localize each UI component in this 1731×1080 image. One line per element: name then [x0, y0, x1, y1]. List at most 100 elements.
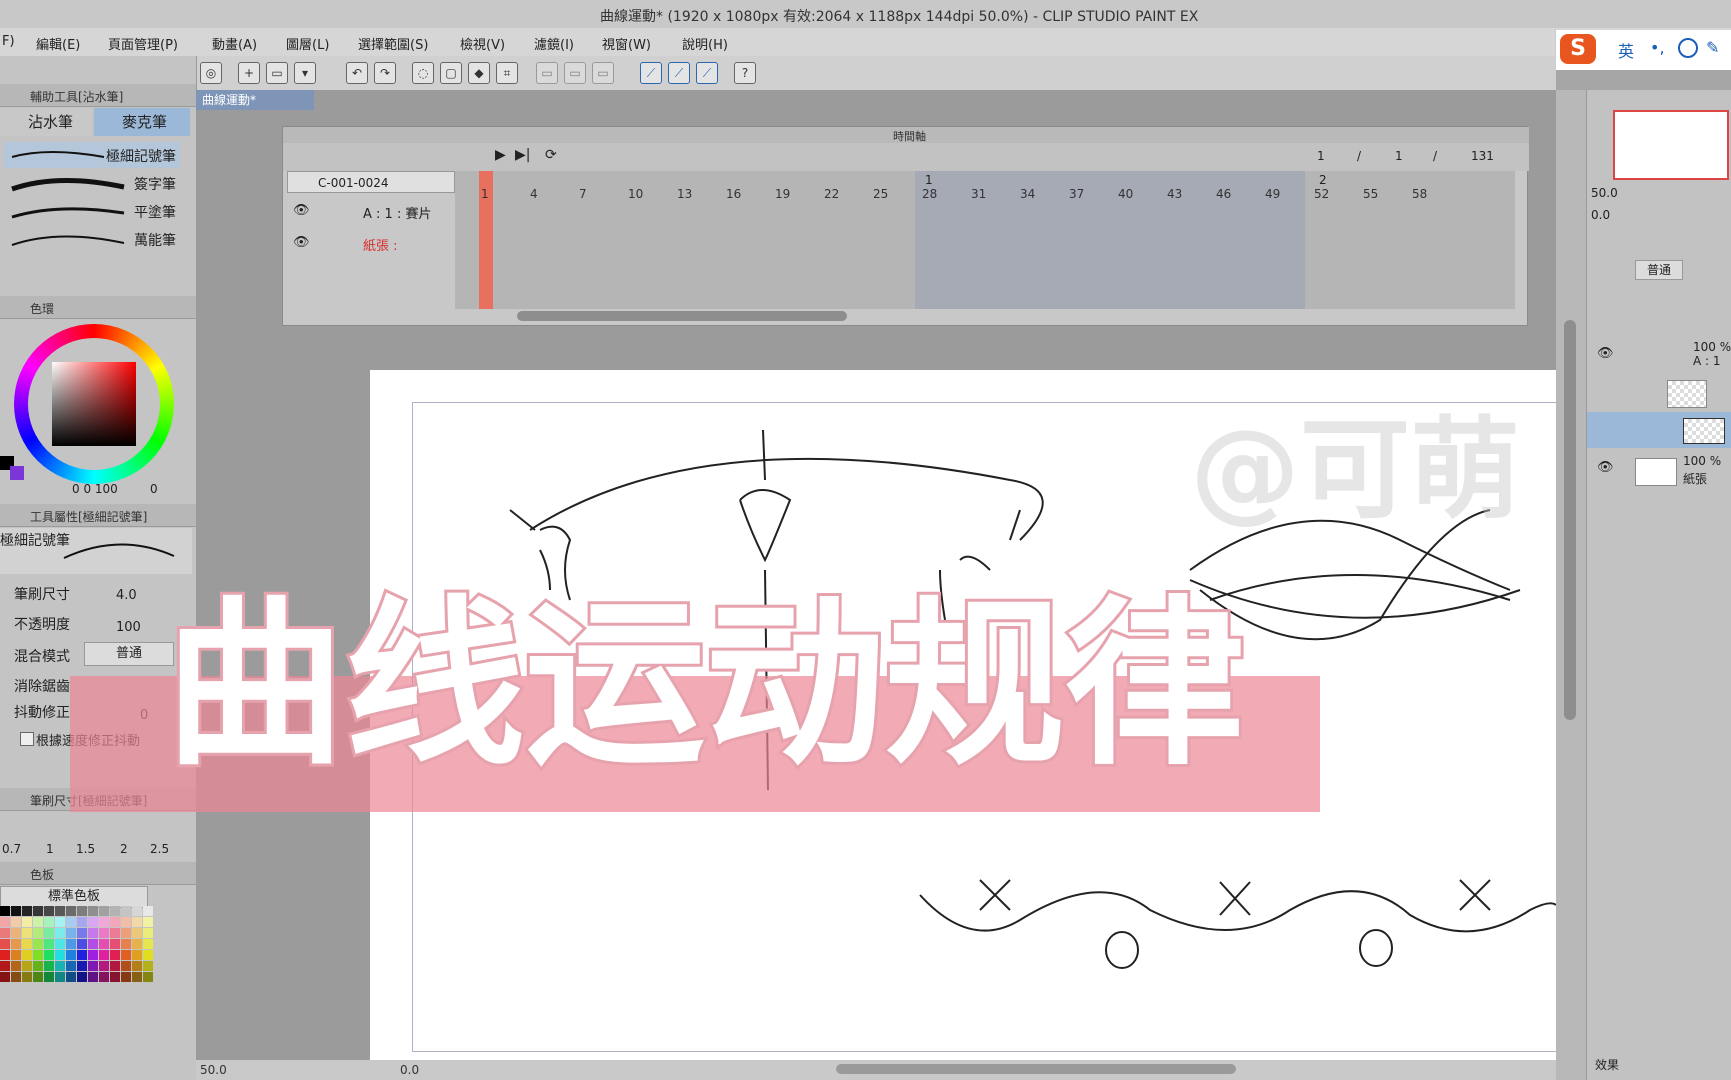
eye-icon[interactable]: 👁 — [1597, 346, 1614, 361]
palette-swatch[interactable] — [0, 928, 10, 938]
palette-swatch[interactable] — [143, 928, 153, 938]
canvas-scrollbar[interactable] — [1556, 90, 1586, 1080]
palette-swatch[interactable] — [143, 917, 153, 927]
palette-swatch[interactable] — [121, 928, 131, 938]
stabilize-checkbox[interactable] — [20, 732, 34, 746]
palette-swatch[interactable] — [110, 928, 120, 938]
palette-swatch[interactable] — [44, 906, 54, 916]
palette-swatch[interactable] — [55, 928, 65, 938]
palette-swatch[interactable] — [77, 972, 87, 982]
eye-icon[interactable]: 👁 — [1597, 460, 1614, 475]
palette-swatch[interactable] — [22, 961, 32, 971]
palette-swatch[interactable] — [44, 928, 54, 938]
clear-selection-icon[interactable]: ◌ — [412, 62, 434, 84]
palette-swatch[interactable] — [66, 917, 76, 927]
timeline-layer-row[interactable]: 👁 A : 1 : 賽片 — [287, 199, 455, 227]
brush-item[interactable]: 極細記號筆 — [4, 142, 180, 168]
tab-pen[interactable]: 沾水筆 — [0, 108, 92, 136]
palette-swatch[interactable] — [11, 972, 21, 982]
palette-swatch[interactable] — [22, 917, 32, 927]
palette-swatch[interactable] — [99, 972, 109, 982]
color-palette-grid[interactable] — [0, 906, 180, 986]
color-wheel[interactable] — [14, 324, 174, 484]
eye-icon[interactable]: 👁 — [293, 203, 310, 218]
undo-icon[interactable]: ↶ — [346, 62, 368, 84]
layer-thumbnail[interactable] — [1683, 418, 1725, 444]
palette-swatch[interactable] — [33, 906, 43, 916]
palette-swatch[interactable] — [66, 950, 76, 960]
palette-swatch[interactable] — [110, 950, 120, 960]
palette-swatch[interactable] — [99, 961, 109, 971]
palette-swatch[interactable] — [33, 961, 43, 971]
punctuation-icon[interactable]: •, — [1650, 38, 1665, 57]
status-angle[interactable]: 0.0 — [400, 1063, 419, 1077]
brush-item[interactable]: 平塗筆 — [4, 198, 180, 224]
palette-swatch[interactable] — [66, 939, 76, 949]
palette-swatch[interactable] — [121, 961, 131, 971]
ime-toolbar[interactable]: S 英 •, ✎ — [1555, 30, 1731, 70]
timeline-scrollbar[interactable] — [517, 311, 847, 321]
blend-mode-select[interactable]: 普通 — [84, 642, 174, 666]
palette-swatch[interactable] — [66, 961, 76, 971]
menu-help[interactable]: 說明(H) — [682, 34, 728, 53]
palette-swatch[interactable] — [22, 939, 32, 949]
menu-layer[interactable]: 圖層(L) — [286, 34, 329, 53]
size-option[interactable]: 1.5 — [76, 842, 95, 856]
layer-blend-select[interactable]: 普通 — [1635, 260, 1683, 280]
palette-swatch[interactable] — [33, 950, 43, 960]
palette-swatch[interactable] — [88, 928, 98, 938]
navigator-preview[interactable] — [1613, 110, 1729, 180]
palette-swatch[interactable] — [77, 917, 87, 927]
help-icon[interactable]: ? — [734, 62, 756, 84]
palette-swatch[interactable] — [99, 950, 109, 960]
palette-swatch[interactable] — [55, 950, 65, 960]
layer-row[interactable]: 👁 100 % A : 1 — [1595, 340, 1731, 372]
palette-swatch[interactable] — [99, 939, 109, 949]
navigator-angle[interactable]: 0.0 — [1591, 208, 1610, 222]
palette-swatch[interactable] — [110, 939, 120, 949]
menu-view[interactable]: 檢視(V) — [460, 34, 505, 53]
palette-swatch[interactable] — [143, 961, 153, 971]
palette-select[interactable]: 標準色板 — [0, 886, 148, 908]
palette-swatch[interactable] — [99, 906, 109, 916]
menu-select[interactable]: 選擇範圍(S) — [358, 34, 428, 53]
palette-swatch[interactable] — [121, 939, 131, 949]
palette-swatch[interactable] — [143, 906, 153, 916]
menu-page[interactable]: 頁面管理(P) — [108, 34, 178, 53]
palette-swatch[interactable] — [33, 928, 43, 938]
palette-swatch[interactable] — [11, 961, 21, 971]
palette-swatch[interactable] — [132, 928, 142, 938]
palette-swatch[interactable] — [77, 928, 87, 938]
palette-tab-label[interactable]: 色板 — [30, 866, 54, 883]
palette-swatch[interactable] — [121, 972, 131, 982]
palette-swatch[interactable] — [33, 972, 43, 982]
menu-edit[interactable]: 編輯(E) — [36, 34, 80, 53]
menu-window[interactable]: 視窗(W) — [602, 34, 651, 53]
open-file-icon[interactable]: ▭ — [266, 62, 288, 84]
palette-swatch[interactable] — [55, 972, 65, 982]
palette-swatch[interactable] — [77, 906, 87, 916]
palette-swatch[interactable] — [11, 917, 21, 927]
palette-swatch[interactable] — [22, 906, 32, 916]
palette-swatch[interactable] — [99, 928, 109, 938]
palette-swatch[interactable] — [22, 950, 32, 960]
palette-swatch[interactable] — [0, 917, 10, 927]
palette-swatch[interactable] — [0, 950, 10, 960]
palette-swatch[interactable] — [110, 917, 120, 927]
palette-swatch[interactable] — [143, 972, 153, 982]
transform-icon[interactable]: ⌗ — [496, 62, 518, 84]
crop-icon[interactable]: ▢ — [440, 62, 462, 84]
prop-value-size[interactable]: 4.0 — [116, 588, 137, 603]
play-icon[interactable]: ▶ — [495, 147, 506, 163]
palette-swatch[interactable] — [110, 972, 120, 982]
scroll-thumb[interactable] — [1564, 320, 1576, 720]
brush-item[interactable]: 萬能筆 — [4, 226, 180, 252]
palette-swatch[interactable] — [11, 950, 21, 960]
palette-swatch[interactable] — [55, 917, 65, 927]
palette-swatch[interactable] — [121, 917, 131, 927]
palette-swatch[interactable] — [77, 950, 87, 960]
saturation-square[interactable] — [52, 362, 136, 446]
palette-swatch[interactable] — [55, 906, 65, 916]
fill-icon[interactable]: ◆ — [468, 62, 490, 84]
redo-icon[interactable]: ↷ — [374, 62, 396, 84]
